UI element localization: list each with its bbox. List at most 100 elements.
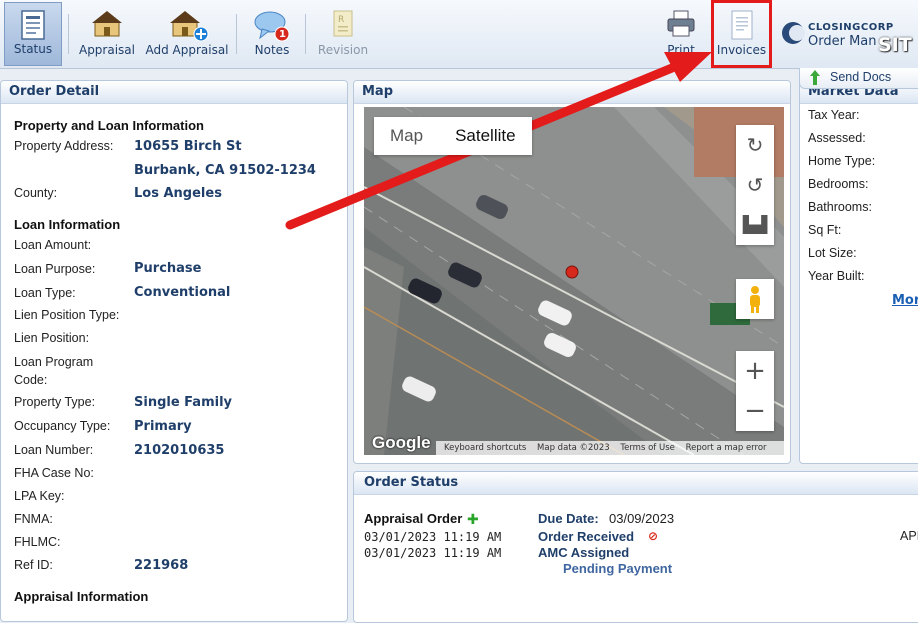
lien-position-label: Lien Position:	[14, 331, 90, 345]
map-view-button[interactable]: Map	[374, 117, 439, 155]
toolbar-divider	[68, 14, 69, 54]
send-docs-label: Send Docs	[830, 70, 892, 84]
notes-button[interactable]: 1 Notes	[246, 2, 298, 66]
home-type-label: Home Type:	[808, 154, 876, 168]
house-icon	[92, 11, 122, 37]
more-link[interactable]: Mor	[892, 293, 918, 308]
appraisal-info-section-title: Appraisal Information	[14, 589, 149, 604]
due-date-value: 03/09/2023	[609, 511, 675, 526]
ref-id-value: 221968	[134, 558, 189, 573]
ref-id-label: Ref ID:	[14, 558, 53, 572]
satellite-view-button[interactable]: Satellite	[439, 117, 531, 155]
environment-badge: SIT	[878, 34, 912, 56]
assessed-label: Assessed:	[808, 131, 866, 145]
map-footer: Keyboard shortcuts Map data ©2023 Terms …	[436, 441, 784, 455]
satellite-map[interactable]: Map Satellite ↻ ↺ ▙▟ + − Google Keyboard…	[364, 107, 784, 455]
address-line-1: 10655 Birch St	[134, 139, 242, 154]
brand-product: Order Man	[808, 34, 877, 49]
printer-icon	[667, 10, 695, 37]
print-label: Print	[667, 43, 695, 57]
tax-year-label: Tax Year:	[808, 108, 860, 122]
order-status-title: Order Status	[354, 472, 918, 495]
status-button[interactable]: Status	[4, 2, 62, 66]
loan-section-title: Loan Information	[14, 217, 121, 232]
bedrooms-label: Bedrooms:	[808, 177, 869, 191]
map-title: Map	[354, 81, 790, 104]
street-view-pegman-icon[interactable]	[736, 279, 774, 319]
occupancy-type-label: Occupancy Type:	[14, 419, 111, 433]
bathrooms-label: Bathrooms:	[808, 200, 872, 214]
status-amc-assigned: AMC Assigned	[538, 545, 630, 560]
status-order-received: Order Received	[538, 529, 635, 544]
status-label: Status	[13, 42, 53, 56]
closingcorp-logo-icon	[782, 22, 805, 44]
rotate-clockwise-icon[interactable]: ↻	[736, 125, 774, 165]
status-time-1: 03/01/2023 11:19 AM	[364, 530, 502, 544]
terms-of-use-link[interactable]: Terms of Use	[620, 443, 675, 453]
loan-number-value: 2102010635	[134, 443, 225, 458]
map-imagery	[364, 107, 784, 455]
cancel-status-icon[interactable]: ⊘	[648, 529, 658, 543]
zoom-out-icon[interactable]: −	[736, 391, 774, 431]
lpa-key-label: LPA Key:	[14, 489, 65, 503]
brand-company: CLOSINGCORP	[808, 22, 894, 33]
report-map-error-link[interactable]: Report a map error	[686, 443, 767, 453]
loan-type-value: Conventional	[134, 285, 231, 300]
market-data-panel: Market Data Tax Year: Assessed: Home Typ…	[799, 80, 918, 464]
green-plus-icon[interactable]: ✚	[467, 512, 479, 528]
order-detail-panel: Order Detail Property and Loan Informati…	[0, 80, 348, 622]
revision-button[interactable]: R Revision	[314, 2, 372, 66]
status-pending-payment: Pending Payment	[563, 561, 673, 576]
address-line-2: Burbank, CA 91502-1234	[134, 163, 316, 178]
sq-ft-label: Sq Ft:	[808, 223, 842, 237]
fhlmc-label: FHLMC:	[14, 535, 61, 549]
keyboard-shortcuts-link[interactable]: Keyboard shortcuts	[444, 443, 526, 453]
order-status-panel: Order Status Appraisal Order ✚ Due Date:…	[353, 471, 918, 623]
occupancy-type-value: Primary	[134, 419, 192, 434]
loan-purpose-value: Purchase	[134, 261, 202, 276]
map-panel: Map Map Satellite ↻ ↺ ▙▟ + − Google Keyb…	[353, 80, 791, 464]
map-zoom-controls: + −	[736, 351, 774, 431]
tilt-view-icon[interactable]: ▙▟	[736, 205, 774, 245]
notes-badge: 1	[279, 29, 286, 40]
property-type-label: Property Type:	[14, 395, 96, 409]
rotate-counterclockwise-icon[interactable]: ↺	[736, 165, 774, 205]
loan-purpose-label: Loan Purpose:	[14, 262, 96, 276]
map-rotate-controls: ↻ ↺ ▙▟	[736, 125, 774, 245]
appraisal-label: Appraisal	[78, 43, 135, 57]
add-house-icon	[170, 11, 209, 42]
loan-program-label-line1: Loan Program	[14, 355, 94, 369]
lien-position-type-label: Lien Position Type:	[14, 308, 120, 322]
year-built-label: Year Built:	[808, 269, 865, 283]
status-time-2: 03/01/2023 11:19 AM	[364, 546, 502, 560]
notes-label: Notes	[254, 43, 290, 57]
send-docs-button[interactable]: Send Docs	[799, 68, 918, 89]
invoices-highlight-box	[711, 0, 772, 68]
revision-label: Revision	[317, 43, 369, 57]
lot-size-label: Lot Size:	[808, 246, 857, 260]
add-appraisal-button[interactable]: Add Appraisal	[144, 2, 230, 66]
county-label: County:	[14, 186, 58, 200]
brand-logo: CLOSINGCORP Order Man SIT	[780, 14, 918, 58]
order-detail-title: Order Detail	[1, 81, 347, 104]
pegman-icon	[750, 286, 760, 313]
appraisal-button[interactable]: Appraisal	[76, 2, 138, 66]
toolbar-divider	[236, 14, 237, 54]
zoom-in-icon[interactable]: +	[736, 351, 774, 391]
loan-program-label-line2: Code:	[14, 373, 48, 387]
fnma-label: FNMA:	[14, 512, 53, 526]
api-clipped-text: API	[900, 529, 918, 543]
fha-case-label: FHA Case No:	[14, 466, 94, 480]
green-up-arrow-icon	[810, 70, 820, 85]
add-appraisal-label: Add Appraisal	[145, 43, 229, 57]
google-logo: Google	[372, 433, 431, 452]
svg-text:R: R	[338, 15, 344, 25]
status-icon	[21, 10, 45, 40]
toolbar: Status Appraisal Add Appraisal 1 Notes R…	[0, 0, 918, 69]
due-date-label: Due Date:	[538, 511, 599, 526]
county-value: Los Angeles	[134, 186, 222, 201]
map-type-toggle: Map Satellite	[374, 117, 532, 155]
map-data-text: Map data ©2023	[537, 443, 610, 453]
print-button[interactable]: Print	[656, 2, 706, 66]
appraisal-order-label: Appraisal Order	[364, 511, 463, 526]
